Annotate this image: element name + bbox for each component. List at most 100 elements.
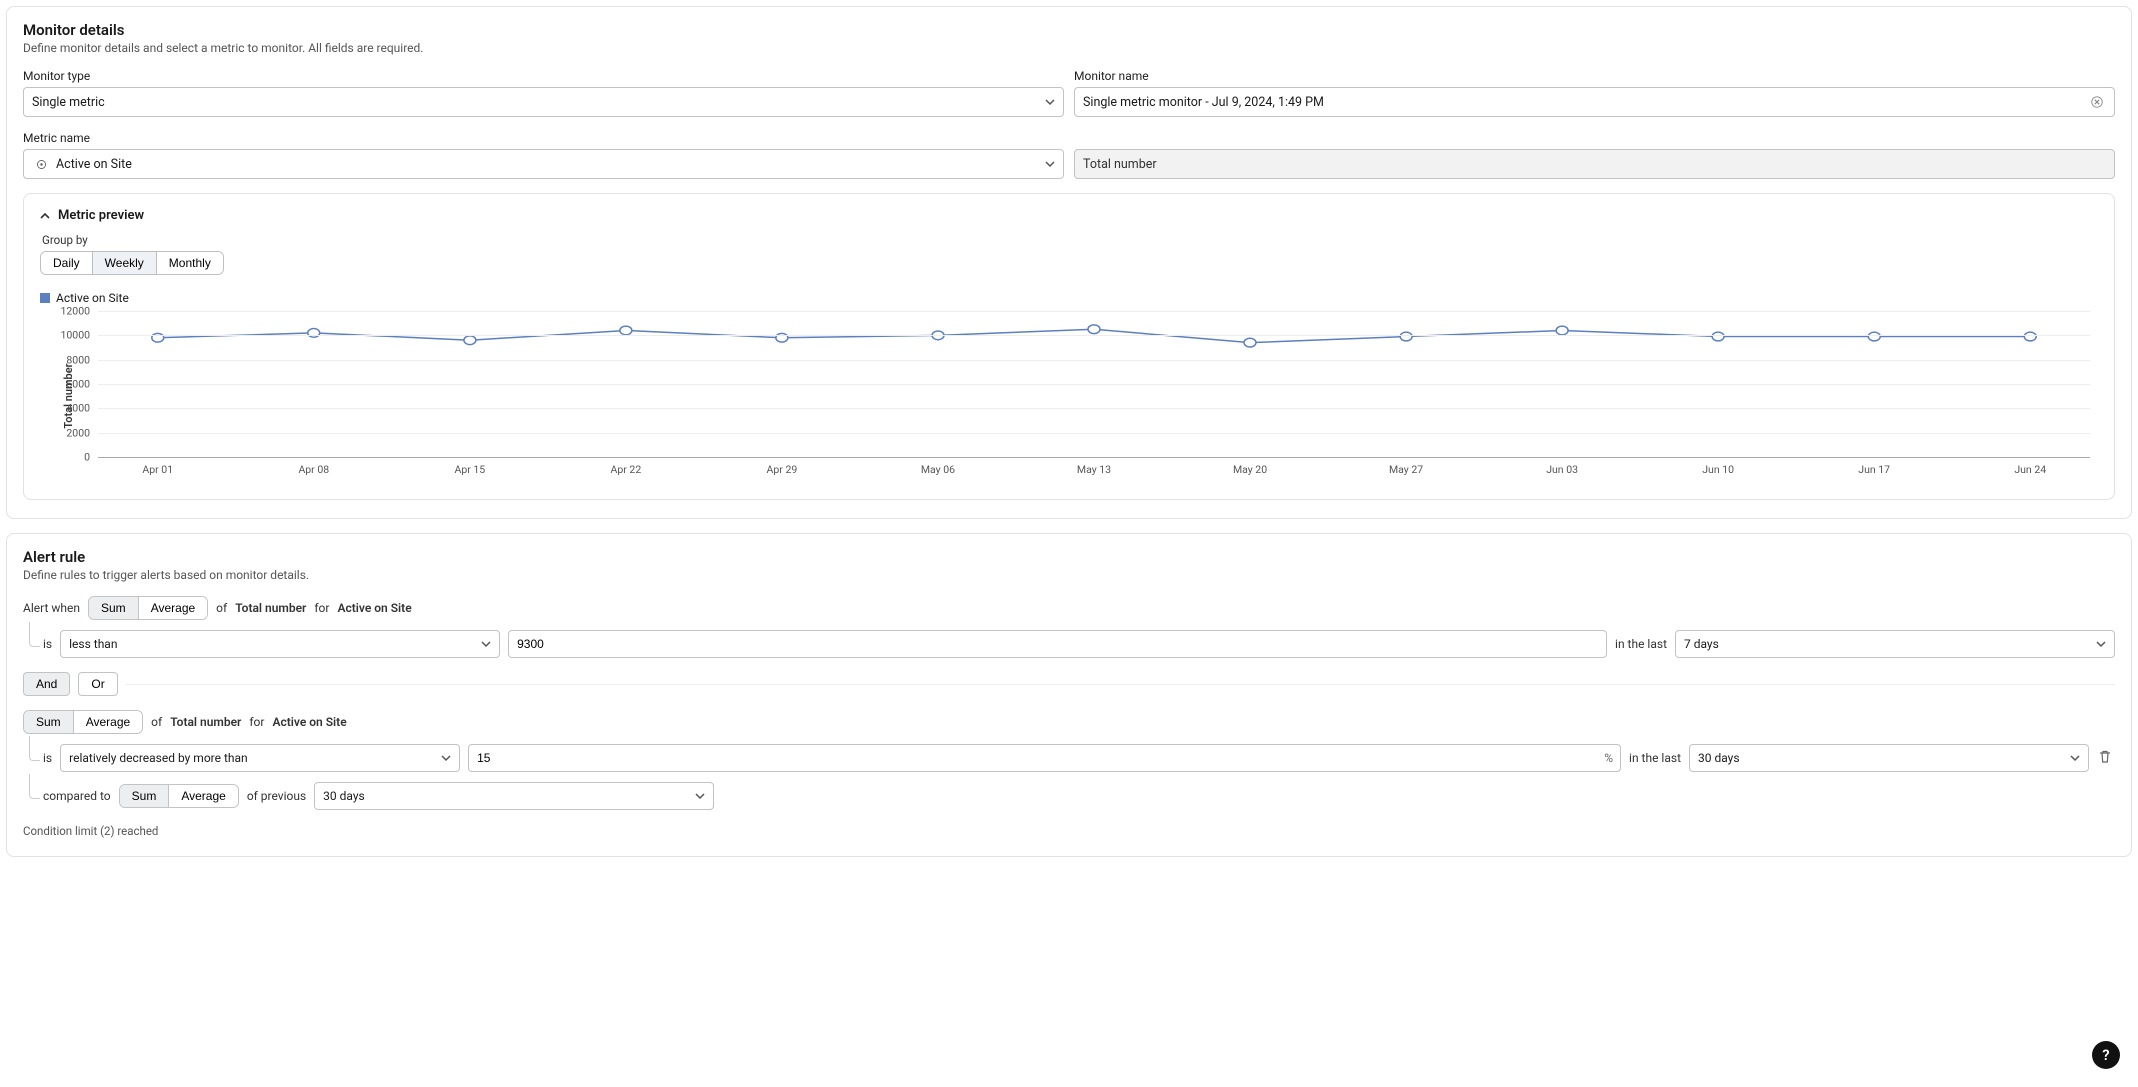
group-by-label: Group by [42, 233, 2098, 247]
xtick: Jun 03 [1546, 457, 1578, 476]
xtick: Apr 22 [611, 457, 642, 476]
target-icon [32, 155, 50, 173]
cond1-body: is less than in the last 7 days [23, 630, 2115, 658]
cond1-is-label: is [43, 637, 52, 651]
group-by-monthly[interactable]: Monthly [156, 252, 223, 274]
cond1-metric-name: Active on Site [337, 601, 411, 615]
of-label-1: of [216, 601, 227, 615]
for-label-1: for [314, 601, 329, 615]
conj-and[interactable]: And [23, 672, 70, 696]
monitor-details-subtitle: Define monitor details and select a metr… [23, 41, 2115, 55]
xtick: May 13 [1077, 457, 1111, 476]
ytick: 12000 [60, 305, 98, 318]
cond2-compared-row: compared to Sum Average of previous 30 d… [23, 782, 2115, 810]
cond2-comparator-value: relatively decreased by more than [69, 751, 248, 765]
monitor-details-card: Monitor details Define monitor details a… [6, 6, 2132, 519]
xtick: May 27 [1389, 457, 1423, 476]
help-button[interactable]: ? [2092, 1041, 2120, 1069]
cond1-window-select[interactable]: 7 days [1675, 630, 2115, 658]
metric-preview-toggle[interactable]: Metric preview [40, 208, 2098, 223]
cond2-comparator-select[interactable]: relatively decreased by more than [60, 744, 460, 772]
cond1-agg-sum[interactable]: Sum [89, 597, 138, 619]
ytick: 2000 [66, 426, 98, 439]
cond2-agg-segment: Sum Average [23, 710, 143, 734]
alert-rule-title: Alert rule [23, 548, 2115, 566]
metric-agg-value: Total number [1083, 157, 1157, 172]
condition-limit-text: Condition limit (2) reached [23, 824, 2115, 838]
monitor-details-title: Monitor details [23, 21, 2115, 39]
delete-condition-button[interactable] [2097, 749, 2115, 767]
xtick: May 20 [1233, 457, 1267, 476]
group-by-weekly[interactable]: Weekly [92, 252, 156, 274]
cond2-compared-agg-sum[interactable]: Sum [120, 785, 169, 807]
chevron-down-icon [2070, 753, 2080, 763]
ytick: 8000 [66, 353, 98, 366]
metric-name-select[interactable]: Active on Site [23, 149, 1064, 179]
cond2-agg-sum[interactable]: Sum [24, 711, 73, 733]
cond1-header: Alert when Sum Average of Total number f… [23, 596, 2115, 620]
monitor-type-value: Single metric [32, 95, 105, 110]
ytick: 0 [84, 451, 98, 464]
cond1-window-value: 7 days [1684, 637, 1719, 651]
cond2-is-label: is [43, 751, 52, 765]
cond1-comparator-value: less than [69, 637, 117, 651]
ytick: 4000 [66, 402, 98, 415]
cond1-agg-average[interactable]: Average [138, 597, 207, 619]
group-by-daily[interactable]: Daily [41, 252, 92, 274]
monitor-type-label: Monitor type [23, 69, 1064, 83]
chart-ylabel: Total number [62, 363, 75, 428]
chevron-up-icon [40, 211, 50, 221]
metric-agg-readonly: Total number [1074, 149, 2115, 179]
cond2-compared-agg-average[interactable]: Average [168, 785, 237, 807]
chart-legend: Active on Site [40, 291, 2098, 305]
conj-or[interactable]: Or [78, 672, 117, 696]
for-label-2: for [249, 715, 264, 729]
metric-name-label: Metric name [23, 131, 1064, 145]
metric-preview-frame: Metric preview Group by Daily Weekly Mon… [23, 193, 2115, 500]
monitor-name-input[interactable]: Single metric monitor - Jul 9, 2024, 1:4… [1074, 87, 2115, 117]
of-label-2: of [151, 715, 162, 729]
of-previous-label: of previous [247, 789, 306, 803]
monitor-name-label: Monitor name [1074, 69, 2115, 83]
chevron-down-icon [441, 753, 451, 763]
legend-swatch [40, 293, 50, 303]
cond2-window-value: 30 days [1698, 751, 1740, 765]
cond2-window-select[interactable]: 30 days [1689, 744, 2089, 772]
alert-rule-subtitle: Define rules to trigger alerts based on … [23, 568, 2115, 582]
cond1-threshold-input[interactable] [508, 630, 1607, 658]
alert-rule-card: Alert rule Define rules to trigger alert… [6, 533, 2132, 857]
metric-preview-header: Metric preview [58, 208, 144, 223]
chevron-down-icon [1045, 159, 1055, 169]
xtick: Apr 15 [454, 457, 485, 476]
alert-when-label: Alert when [23, 601, 80, 615]
xtick: Jun 10 [1702, 457, 1734, 476]
legend-label: Active on Site [56, 291, 129, 305]
xtick: Jun 17 [1858, 457, 1890, 476]
cond2-metric-name: Active on Site [272, 715, 346, 729]
xtick: Jun 24 [2014, 457, 2046, 476]
monitor-type-select[interactable]: Single metric [23, 87, 1064, 117]
chevron-down-icon [481, 639, 491, 649]
cond2-pct-input[interactable] [468, 744, 1621, 772]
cond2-prev-window-select[interactable]: 30 days [314, 782, 714, 810]
cond2-agg-average[interactable]: Average [73, 711, 142, 733]
monitor-name-value: Single metric monitor - Jul 9, 2024, 1:4… [1083, 95, 1324, 110]
metric-name-value: Active on Site [56, 157, 132, 172]
conj-row: And Or [23, 672, 2115, 696]
chevron-down-icon [2096, 639, 2106, 649]
cond2-body: is relatively decreased by more than % i… [23, 744, 2115, 772]
cond2-prev-window-value: 30 days [323, 789, 365, 803]
group-by-segment: Daily Weekly Monthly [40, 251, 224, 275]
cond2-header: Sum Average of Total number for Active o… [23, 710, 2115, 734]
cond1-inlast-label: in the last [1615, 637, 1667, 651]
xtick: Apr 29 [767, 457, 798, 476]
xtick: May 06 [921, 457, 955, 476]
clear-icon[interactable] [2088, 93, 2106, 111]
cond1-metric-agg: Total number [235, 601, 306, 615]
cond1-comparator-select[interactable]: less than [60, 630, 500, 658]
cond2-inlast-label: in the last [1629, 751, 1681, 765]
ytick: 6000 [66, 378, 98, 391]
compared-to-label: compared to [43, 789, 111, 803]
chart-container: Total number 020004000600080001000012000… [40, 311, 2098, 481]
chart-plot: 020004000600080001000012000Apr 01Apr 08A… [98, 311, 2090, 457]
